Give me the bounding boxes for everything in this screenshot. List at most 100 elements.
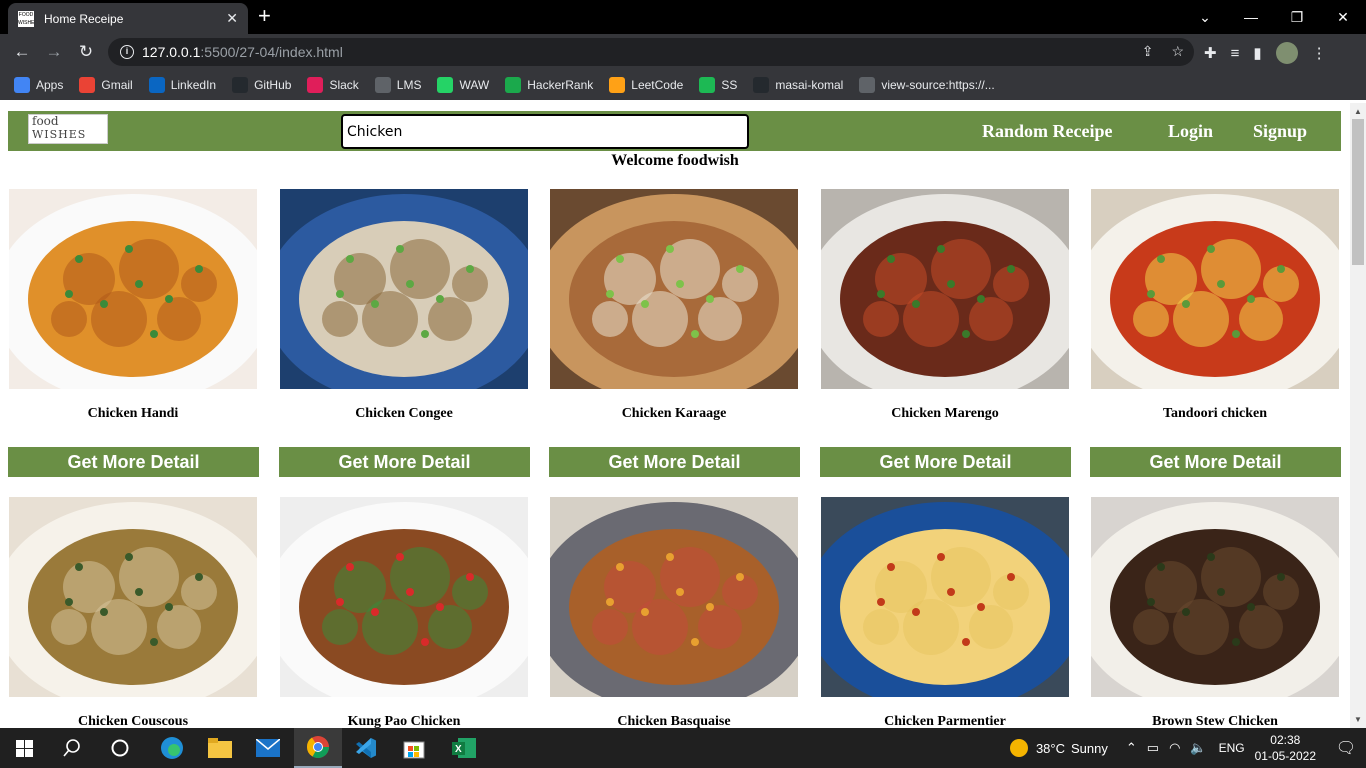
bookmark-9[interactable]: SS [699, 77, 737, 93]
clock-time: 02:38 [1270, 733, 1301, 747]
site-favicon-icon: FOOD WISHES [18, 10, 34, 27]
forward-button[interactable]: → [42, 41, 66, 63]
recipe-name: Brown Stew Chicken [1152, 714, 1278, 728]
extensions-puzzle-icon[interactable]: ✚ [1204, 44, 1217, 62]
nav-login-link[interactable]: Login [1168, 121, 1213, 142]
vscode-icon[interactable] [342, 728, 390, 768]
bookmark-star-icon[interactable]: ☆ [1171, 43, 1184, 60]
mail-icon[interactable] [244, 728, 292, 768]
tab-close-icon[interactable]: ✕ [226, 10, 238, 27]
sunny-weather-icon[interactable] [1009, 739, 1028, 757]
recipe-name: Chicken Parmentier [884, 714, 1006, 728]
site-logo[interactable]: food WISHES [28, 114, 108, 144]
bookmark-10[interactable]: masai-komal [753, 77, 843, 93]
recipe-image[interactable] [1091, 497, 1339, 697]
bookmark-8[interactable]: LeetCode [609, 77, 683, 93]
start-button[interactable] [0, 728, 48, 768]
bookmark-6[interactable]: WAW [437, 77, 489, 93]
github-icon [232, 77, 249, 93]
leetcode-icon [609, 77, 626, 93]
share-icon[interactable]: ⇪ [1142, 43, 1154, 60]
clock-date: 01-05-2022 [1254, 749, 1316, 763]
file-explorer-icon[interactable] [196, 728, 244, 768]
tab-search-chevron-icon[interactable]: ⌄ [1182, 0, 1228, 34]
browser-tab[interactable]: FOOD WISHES Home Receipe ✕ [8, 3, 248, 34]
window-controls: ⌄ — ❐ ✕ [1182, 0, 1366, 34]
hackerrank-icon [505, 77, 522, 93]
page-scrollbar[interactable]: ▲ ▼ [1350, 103, 1366, 728]
weather-temp[interactable]: 38°C [1036, 741, 1065, 756]
recipe-image[interactable] [550, 497, 798, 697]
reload-button[interactable]: ↻ [74, 41, 98, 63]
recipe-name: Tandoori chicken [1162, 406, 1268, 421]
get-more-detail-button[interactable]: Get More Detail [1090, 447, 1341, 477]
recipe-search-input[interactable] [341, 114, 749, 149]
menu-kebab-icon[interactable]: ⋮ [1312, 44, 1327, 62]
recipe-image[interactable] [821, 189, 1069, 389]
recipe-image[interactable] [9, 189, 257, 389]
show-hidden-icons-chevron-icon[interactable]: ⌃ [1126, 740, 1137, 756]
weather-desc[interactable]: Sunny [1071, 741, 1108, 756]
minimize-button[interactable]: — [1228, 0, 1274, 34]
bookmark-0[interactable]: Apps [14, 77, 63, 93]
search-icon[interactable] [48, 728, 96, 768]
bookmark-7[interactable]: HackerRank [505, 77, 593, 93]
recipe-name: Chicken Marengo [891, 406, 999, 421]
volume-icon[interactable]: 🔈 [1190, 740, 1206, 756]
media-queue-icon[interactable]: ≡ [1231, 45, 1240, 62]
back-button[interactable]: ← [10, 41, 34, 63]
restore-button[interactable]: ❐ [1274, 0, 1320, 34]
clock[interactable]: 02:38 01-05-2022 [1255, 732, 1316, 764]
bookmark-5[interactable]: LMS [374, 77, 422, 93]
svg-text:X: X [455, 744, 462, 755]
ms-store-icon[interactable] [390, 728, 438, 768]
close-window-button[interactable]: ✕ [1320, 0, 1366, 34]
get-more-detail-button[interactable]: Get More Detail [549, 447, 800, 477]
recipe-name: Chicken Karaage [621, 406, 727, 421]
bookmark-label: LMS [396, 78, 422, 92]
new-tab-button[interactable]: + [258, 5, 271, 27]
bookmark-2[interactable]: LinkedIn [148, 77, 216, 93]
scroll-up-arrow-icon[interactable]: ▲ [1354, 107, 1362, 116]
wifi-icon[interactable]: ◠ [1169, 740, 1180, 756]
notification-center-icon[interactable]: 🗨 [1326, 738, 1366, 758]
side-panel-icon[interactable]: ▮ [1253, 44, 1261, 62]
scrollbar-thumb[interactable] [1352, 119, 1364, 265]
system-tray: 38°C Sunny ⌃ ▭ ◠ 🔈 ENG 02:38 01-05-2022 … [1009, 728, 1366, 768]
get-more-detail-button[interactable]: Get More Detail [279, 447, 530, 477]
recipe-image[interactable] [9, 497, 257, 697]
bookmark-1[interactable]: Gmail [79, 77, 133, 93]
cortana-icon[interactable] [96, 728, 144, 768]
recipe-image[interactable] [1091, 189, 1339, 389]
bookmark-11[interactable]: view-source:https://... [859, 77, 995, 93]
bookmark-label: masai-komal [775, 78, 844, 92]
nav-signup-link[interactable]: Signup [1253, 121, 1307, 142]
get-more-detail-button[interactable]: Get More Detail [820, 447, 1071, 477]
get-more-detail-button[interactable]: Get More Detail [8, 447, 259, 477]
bookmark-3[interactable]: GitHub [232, 77, 291, 93]
url-path: :5500/27-04/index.html [200, 44, 343, 60]
excel-icon[interactable]: X [440, 728, 488, 768]
globe-icon [859, 77, 876, 93]
page-viewport: food WISHES Random Receipe Login Signup … [0, 103, 1366, 728]
nav-random-recipe-link[interactable]: Random Receipe [982, 121, 1112, 142]
recipe-image[interactable] [821, 497, 1069, 697]
recipe-name: Chicken Basquaise [617, 714, 731, 728]
address-bar[interactable]: i 127.0.0.1:5500/27-04/index.html ⇪ ☆ [108, 38, 1194, 66]
recipe-image[interactable] [550, 189, 798, 389]
bookmark-label: LeetCode [631, 78, 684, 92]
globe-icon [374, 77, 391, 93]
recipe-image[interactable] [280, 189, 528, 389]
linkedin-icon [148, 77, 165, 93]
recipe-image[interactable] [280, 497, 528, 697]
scroll-down-arrow-icon[interactable]: ▼ [1354, 715, 1362, 724]
recipe-name: Chicken Congee [355, 406, 453, 421]
site-info-icon[interactable]: i [120, 45, 134, 59]
chrome-taskbar-icon[interactable] [294, 728, 342, 768]
profile-avatar[interactable] [1275, 42, 1298, 64]
edge-browser-icon[interactable] [148, 728, 196, 768]
language-indicator[interactable]: ENG [1219, 741, 1245, 755]
battery-icon[interactable]: ▭ [1147, 740, 1159, 756]
bookmark-4[interactable]: Slack [307, 77, 359, 93]
windows-taskbar: X 38°C Sunny ⌃ ▭ ◠ 🔈 ENG 02:38 01-05-202… [0, 728, 1366, 768]
